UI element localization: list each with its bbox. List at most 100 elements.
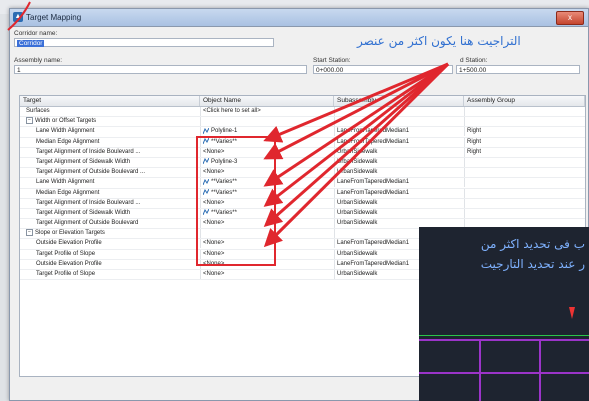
- cell-object-name[interactable]: <None>: [200, 270, 335, 279]
- cell-target: − Width or Offset Targets: [20, 117, 204, 126]
- cad-red-mark: [569, 307, 575, 319]
- tree-collapse-toggle[interactable]: −: [26, 117, 33, 125]
- target-label: Slope or Elevation Targets: [35, 230, 105, 237]
- cell-target: Target Profile of Slope: [20, 250, 214, 259]
- assembly-name-field[interactable]: 1: [14, 65, 307, 74]
- cell-assembly-group: Right: [464, 127, 587, 137]
- cell-assembly-group: [464, 208, 587, 218]
- cell-target: Target Alignment of Outside Boulevard: [20, 219, 214, 228]
- end-station-label: d Station:: [460, 57, 488, 64]
- cell-assembly-group: [464, 198, 587, 208]
- target-label: Target Alignment of Sidewalk Width: [36, 158, 131, 165]
- close-button[interactable]: x: [556, 11, 584, 25]
- cell-subassembly: LaneFromTaperedMedian1: [334, 127, 465, 137]
- target-label: Width or Offset Targets: [35, 118, 97, 125]
- cad-viewport-overlay: ب فى تحديد اكثر من ر عند تحديد التارجيت: [419, 227, 589, 401]
- cell-subassembly: UrbanSidewalk: [334, 147, 465, 157]
- start-station-field[interactable]: 0+000.00: [313, 65, 453, 74]
- cell-target: Outside Elevation Profile: [20, 239, 214, 248]
- cell-target: Outside Elevation Profile: [20, 260, 214, 269]
- cell-assembly-group: [464, 117, 587, 127]
- cad-purple-line-bottom: [419, 372, 589, 374]
- cell-target: Surfaces: [20, 107, 204, 116]
- object-name-value: <Click here to set all>: [203, 108, 261, 114]
- cell-subassembly: UrbanSidewalk: [334, 208, 465, 218]
- table-row[interactable]: Median Edge Alignment **Varies** LaneFromT…: [20, 188, 587, 199]
- corridor-name-value: Corridor: [17, 40, 45, 47]
- cell-subassembly: UrbanSidewalk: [334, 198, 465, 208]
- table-row[interactable]: Median Edge Alignment **Varies** LaneFromT…: [20, 137, 585, 148]
- cell-subassembly: UrbanSidewalk: [334, 168, 465, 178]
- table-row[interactable]: Target Alignment of Inside Boulevard ...…: [20, 147, 587, 158]
- cell-target: Median Edge Alignment: [20, 189, 214, 198]
- cad-annotation-line2: ر عند تحديد التارجيت: [480, 257, 585, 271]
- cell-target: Target Alignment of Inside Boulevard ...: [20, 199, 214, 208]
- cell-target: Target Profile of Slope: [20, 270, 214, 279]
- corridor-name-field[interactable]: Corridor: [14, 38, 274, 47]
- corridor-name-label: Corridor name:: [14, 30, 58, 37]
- cell-assembly-group: Right: [464, 147, 587, 157]
- target-label: Surfaces: [26, 108, 50, 114]
- cad-purple-line-top: [419, 339, 589, 341]
- cell-subassembly: LaneFromTaperedMedian1: [334, 178, 465, 188]
- target-label: Target Profile of Slope: [36, 271, 96, 277]
- header-object-name[interactable]: Object Name: [200, 96, 334, 106]
- target-label: Lane Width Alignment: [36, 179, 95, 186]
- table-row[interactable]: Target Alignment of Outside Boulevard ..…: [20, 168, 587, 179]
- cell-assembly-group: [464, 188, 587, 198]
- table-row[interactable]: Lane Width Alignment **Varies** LaneFromTa…: [20, 178, 587, 189]
- cell-subassembly: UrbanSidewalk: [334, 157, 465, 167]
- assembly-name-label: Assembly name:: [14, 57, 63, 64]
- cad-purple-vline-1: [479, 339, 481, 401]
- target-label: Target Profile of Slope: [36, 250, 96, 257]
- cell-subassembly: [334, 107, 465, 116]
- dialog-title: Target Mapping: [26, 13, 82, 22]
- object-name-value: Polyline-1: [211, 128, 238, 135]
- table-row[interactable]: − Width or Offset Targets: [20, 117, 587, 128]
- table-row[interactable]: Surfaces <Click here to set all>: [20, 107, 587, 118]
- civil3d-app-icon: ▲: [13, 12, 23, 22]
- cell-subassembly: [334, 117, 465, 127]
- cell-target: Lane Width Alignment: [20, 127, 214, 136]
- target-label: Target Alignment of Sidewalk Width: [36, 209, 131, 216]
- cell-object-name[interactable]: <Click here to set all>: [200, 107, 335, 116]
- cell-target: Median Edge Alignment: [20, 138, 214, 147]
- target-label: Median Edge Alignment: [36, 189, 100, 196]
- table-row[interactable]: Target Alignment of Sidewalk Width Polyli…: [20, 157, 587, 169]
- cell-target: Lane Width Alignment: [20, 178, 214, 187]
- table-row[interactable]: Lane Width Alignment Polyline-1 LaneFromTa…: [20, 127, 587, 138]
- polyline-pick-icon[interactable]: [202, 127, 210, 134]
- target-label: Outside Elevation Profile: [36, 260, 102, 267]
- cell-target: Target Alignment of Inside Boulevard ...: [20, 148, 214, 157]
- end-station-field[interactable]: 1+500.00: [456, 65, 580, 74]
- cad-purple-vline-2: [539, 339, 541, 401]
- cad-annotation-line1: ب فى تحديد اكثر من: [480, 237, 585, 251]
- tree-collapse-toggle[interactable]: −: [26, 229, 33, 237]
- arabic-annotation: التراجيت هنا يكون اكثر من عنصر: [357, 34, 521, 48]
- start-station-label: Start Station:: [313, 57, 351, 64]
- cell-target: Target Alignment of Sidewalk Width: [20, 209, 214, 218]
- table-row[interactable]: Target Alignment of Inside Boulevard ...…: [20, 198, 587, 209]
- cell-assembly-group: [464, 168, 587, 178]
- cad-green-line: [419, 335, 589, 336]
- cell-assembly-group: [464, 157, 587, 167]
- target-label: Median Edge Alignment: [36, 138, 100, 145]
- cell-subassembly: LaneFromTaperedMedian1: [334, 137, 465, 147]
- cell-target: Target Alignment of Outside Boulevard ..…: [20, 168, 214, 177]
- object-name-value: <None>: [203, 271, 225, 277]
- target-label: Target Alignment of Inside Boulevard ...: [36, 199, 141, 206]
- target-label: Target Alignment of Outside Boulevard: [36, 220, 139, 227]
- header-subassembly[interactable]: Subassembly: [334, 96, 464, 106]
- cell-subassembly: LaneFromTaperedMedian1: [334, 188, 465, 198]
- cell-object-name[interactable]: [200, 117, 335, 127]
- object-name-highlight: [196, 136, 276, 266]
- header-assembly-group[interactable]: Assembly Group: [464, 96, 585, 106]
- table-row[interactable]: Target Alignment of Sidewalk Width **Vari…: [20, 208, 587, 220]
- header-target[interactable]: Target: [20, 96, 200, 106]
- cell-target: Target Alignment of Sidewalk Width: [20, 158, 214, 167]
- cell-assembly-group: [464, 178, 587, 188]
- cell-assembly-group: [464, 107, 587, 116]
- target-label: Target Alignment of Inside Boulevard ...: [36, 148, 141, 155]
- cell-target: − Slope or Elevation Targets: [20, 229, 204, 238]
- grid-header: Target Object Name Subassembly Assembly …: [20, 96, 585, 107]
